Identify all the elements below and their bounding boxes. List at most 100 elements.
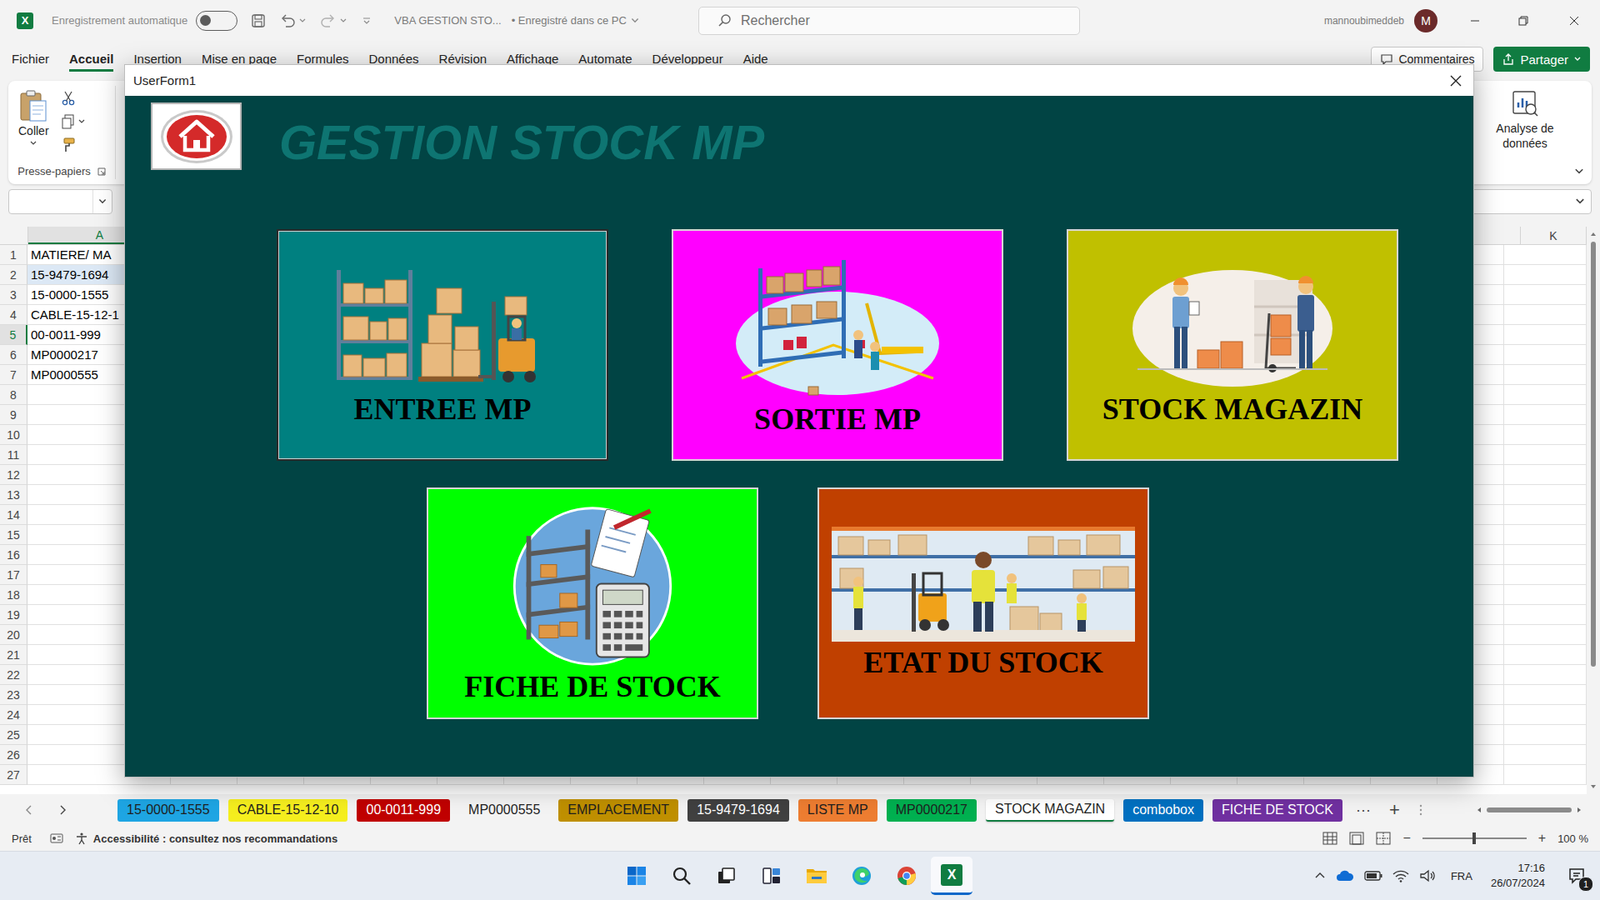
row-header[interactable]: 16 bbox=[0, 545, 28, 565]
widgets-button[interactable] bbox=[750, 856, 793, 895]
sheet-tab[interactable]: combobox bbox=[1123, 799, 1204, 822]
start-button[interactable] bbox=[615, 856, 658, 895]
chevron-down-icon[interactable] bbox=[77, 117, 86, 126]
ribbon-tab[interactable]: Accueil bbox=[69, 46, 114, 72]
row-header[interactable]: 24 bbox=[0, 705, 28, 725]
sheet-tab[interactable]: MP0000555 bbox=[459, 799, 550, 822]
row-header[interactable]: 14 bbox=[0, 505, 28, 525]
chrome-button[interactable] bbox=[885, 856, 928, 895]
cell[interactable] bbox=[1520, 665, 1587, 685]
cell[interactable] bbox=[1520, 605, 1587, 625]
ribbon-tab[interactable]: Fichier bbox=[11, 46, 50, 72]
autosave-toggle[interactable] bbox=[195, 10, 238, 31]
menu-tile[interactable]: FICHE DE STOCK bbox=[426, 487, 759, 720]
row-header[interactable]: 9 bbox=[0, 405, 28, 425]
scroll-left-icon[interactable] bbox=[1475, 805, 1484, 815]
sheet-tab[interactable]: 15-9479-1694 bbox=[687, 799, 790, 822]
excel-button[interactable]: X bbox=[930, 856, 973, 895]
horizontal-scrollbar[interactable] bbox=[1475, 805, 1584, 815]
row-header[interactable]: 25 bbox=[0, 725, 28, 745]
row-header[interactable]: 4 bbox=[0, 305, 28, 325]
zoom-level[interactable]: 100 % bbox=[1557, 832, 1589, 845]
menu-tile[interactable]: ETAT DU STOCK bbox=[817, 487, 1150, 720]
name-box[interactable] bbox=[8, 189, 113, 215]
cell[interactable] bbox=[1520, 285, 1587, 305]
row-header[interactable]: 7 bbox=[0, 365, 28, 385]
notifications-button[interactable]: 1 bbox=[1566, 865, 1589, 887]
select-all[interactable] bbox=[0, 226, 29, 245]
battery-icon[interactable] bbox=[1364, 870, 1383, 882]
scroll-down-icon[interactable] bbox=[1589, 782, 1598, 791]
cell[interactable] bbox=[1520, 445, 1587, 465]
row-header[interactable]: 15 bbox=[0, 525, 28, 545]
vertical-scrollbar[interactable] bbox=[1586, 226, 1600, 795]
copy-icon[interactable] bbox=[60, 114, 76, 130]
cell[interactable] bbox=[1520, 645, 1587, 665]
macro-record-icon[interactable] bbox=[50, 831, 64, 845]
undo-icon[interactable] bbox=[279, 13, 296, 29]
collapse-ribbon-icon[interactable] bbox=[1573, 165, 1585, 178]
cell[interactable] bbox=[1520, 585, 1587, 605]
user-name[interactable]: mannoubimeddeb bbox=[1324, 15, 1405, 27]
more-sheets-button[interactable]: ··· bbox=[1355, 801, 1371, 820]
dialog-launcher-icon[interactable] bbox=[97, 167, 106, 176]
cell[interactable] bbox=[1520, 765, 1587, 785]
cell[interactable] bbox=[1520, 245, 1587, 265]
save-icon[interactable] bbox=[250, 13, 266, 29]
chevron-down-icon[interactable] bbox=[298, 16, 307, 25]
cell[interactable] bbox=[1520, 265, 1587, 285]
row-header[interactable]: 22 bbox=[0, 665, 28, 685]
clock[interactable]: 17:1626/07/2024 bbox=[1490, 860, 1545, 890]
row-header[interactable]: 17 bbox=[0, 565, 28, 585]
row-header[interactable]: 3 bbox=[0, 285, 28, 305]
sheet-tab[interactable]: LISTE MP bbox=[798, 799, 878, 822]
user-avatar[interactable]: M bbox=[1414, 9, 1438, 33]
cell[interactable] bbox=[1520, 685, 1587, 705]
row-header[interactable]: 20 bbox=[0, 625, 28, 645]
input-language[interactable]: FRA bbox=[1450, 870, 1473, 883]
row-header[interactable]: 13 bbox=[0, 485, 28, 505]
cell[interactable] bbox=[1520, 705, 1587, 725]
cell[interactable] bbox=[1520, 745, 1587, 765]
file-explorer-button[interactable] bbox=[795, 856, 838, 895]
row-header[interactable]: 11 bbox=[0, 445, 28, 465]
sheet-tab[interactable]: FICHE DE STOCK bbox=[1212, 799, 1343, 822]
row-header[interactable]: 1 bbox=[0, 245, 28, 265]
row-header[interactable]: 27 bbox=[0, 765, 28, 785]
accessibility-status[interactable]: Accessibilité : consultez nos recommanda… bbox=[75, 831, 338, 845]
minimize-button[interactable] bbox=[1450, 0, 1500, 41]
show-hidden-icons-icon[interactable] bbox=[1314, 870, 1326, 882]
cell[interactable] bbox=[1520, 505, 1587, 525]
cell[interactable] bbox=[1520, 465, 1587, 485]
row-header[interactable]: 12 bbox=[0, 465, 28, 485]
format-painter-icon[interactable] bbox=[60, 137, 76, 153]
row-header[interactable]: 23 bbox=[0, 685, 28, 705]
analyze-data-button[interactable]: Analyse de données bbox=[1483, 80, 1567, 185]
cell[interactable] bbox=[1520, 485, 1587, 505]
chevron-down-icon[interactable] bbox=[339, 16, 348, 25]
sheet-tab[interactable]: CABLE-15-12-10 bbox=[228, 799, 349, 822]
column-header[interactable]: K bbox=[1520, 226, 1587, 245]
row-header[interactable]: 26 bbox=[0, 745, 28, 765]
normal-view-icon[interactable] bbox=[1322, 831, 1338, 845]
page-layout-icon[interactable] bbox=[1349, 831, 1365, 845]
cell[interactable] bbox=[1520, 725, 1587, 745]
zoom-slider[interactable] bbox=[1422, 837, 1527, 840]
cell[interactable] bbox=[1520, 405, 1587, 425]
add-sheet-button[interactable]: + bbox=[1389, 799, 1400, 821]
row-header[interactable]: 21 bbox=[0, 645, 28, 665]
menu-tile[interactable]: SORTIE MP bbox=[671, 229, 1004, 461]
splitter-icon[interactable] bbox=[1418, 803, 1424, 817]
cell[interactable] bbox=[1520, 625, 1587, 645]
row-header[interactable]: 5 bbox=[0, 325, 28, 345]
close-icon[interactable] bbox=[1450, 75, 1462, 87]
search-box[interactable]: Rechercher bbox=[698, 6, 1080, 35]
cell[interactable] bbox=[1520, 365, 1587, 385]
chevron-down-icon[interactable] bbox=[630, 15, 640, 26]
previous-sheet-icon[interactable] bbox=[23, 804, 35, 816]
next-sheet-icon[interactable] bbox=[56, 804, 69, 816]
cell[interactable] bbox=[1520, 345, 1587, 365]
cell[interactable] bbox=[1520, 325, 1587, 345]
redo-icon[interactable] bbox=[320, 13, 337, 29]
page-break-icon[interactable] bbox=[1375, 831, 1391, 845]
